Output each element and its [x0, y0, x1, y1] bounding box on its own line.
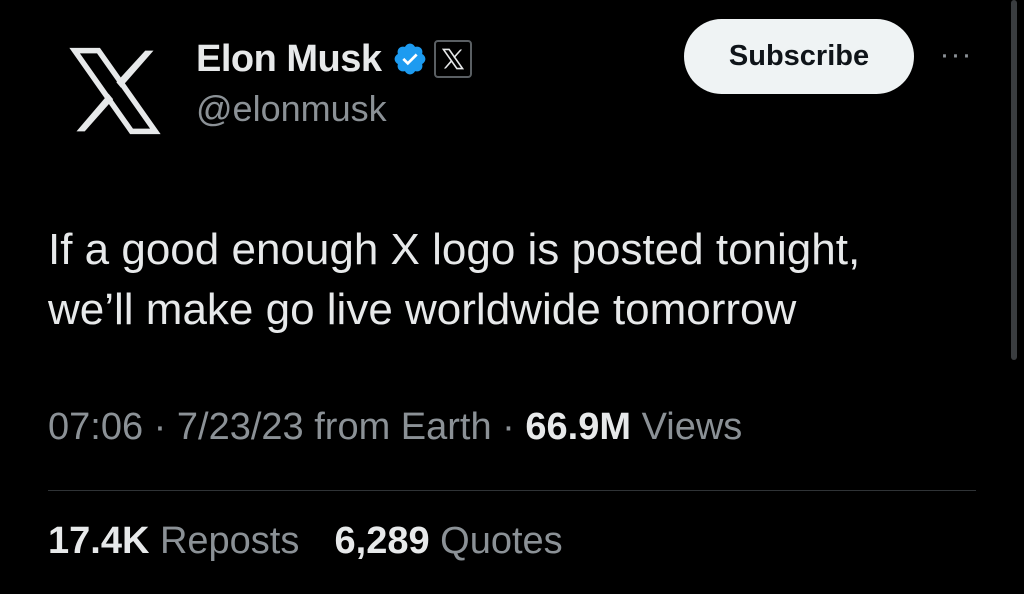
author-handle[interactable]: @elonmusk [196, 88, 387, 130]
tweet-text: If a good enough X logo is posted tonigh… [48, 220, 978, 340]
quotes-link[interactable]: 6,289 Quotes [335, 520, 563, 562]
divider [48, 490, 976, 491]
x-logo-icon [441, 48, 464, 70]
x-logo-icon [69, 47, 161, 135]
views-count: 66.9M [525, 406, 632, 448]
author-name[interactable]: Elon Musk [196, 38, 382, 81]
subscribe-button[interactable]: Subscribe [684, 19, 914, 94]
meta-separator: · [491, 406, 526, 448]
tweet-time[interactable]: 07:06 [48, 406, 143, 448]
reposts-link[interactable]: 17.4K Reposts [48, 520, 299, 562]
tweet-text-line: we’ll make go live worldwide tomorrow [48, 285, 797, 334]
affiliation-badge[interactable] [433, 40, 472, 78]
reposts-label: Reposts [149, 520, 300, 562]
more-horizontal-icon[interactable]: ··· [936, 38, 976, 71]
quotes-count: 6,289 [334, 520, 430, 562]
author-name-row: Elon Musk [196, 36, 472, 82]
scrollbar[interactable] [1011, 0, 1017, 360]
tweet-source: from Earth [303, 406, 492, 448]
avatar[interactable] [60, 36, 170, 146]
reposts-count: 17.4K [48, 520, 150, 562]
meta-separator: · [143, 406, 177, 448]
tweet-meta: 07:06 · 7/23/23 from Earth · 66.9M Views [48, 406, 742, 449]
quotes-label: Quotes [429, 520, 563, 562]
views-label: Views [631, 406, 743, 448]
tweet-text-line: If a good enough X logo is posted tonigh… [48, 225, 861, 274]
tweet-stats: 17.4K Reposts 6,289 Quotes [48, 520, 563, 563]
verified-badge-icon[interactable] [392, 41, 428, 77]
tweet-date[interactable]: 7/23/23 [177, 406, 304, 448]
